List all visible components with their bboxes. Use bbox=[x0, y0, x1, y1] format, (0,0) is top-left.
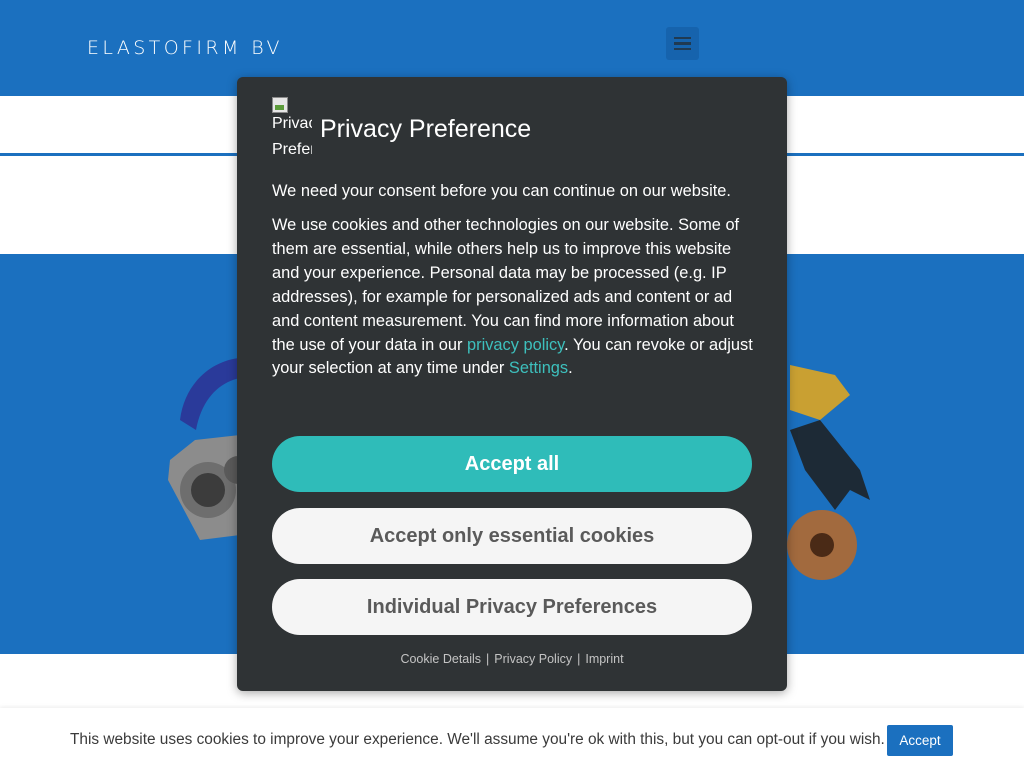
consent-intro: We need your consent before you can cont… bbox=[272, 182, 731, 200]
individual-privacy-preferences-button[interactable]: Individual Privacy Preferences bbox=[272, 579, 752, 635]
privacy-preference-dialog: Privacy Preference Privacy Preference We… bbox=[237, 77, 787, 691]
privacy-policy-link[interactable]: privacy policy bbox=[467, 336, 564, 354]
cookie-details-link[interactable]: Cookie Details bbox=[400, 652, 481, 666]
site-logo[interactable]: ELASTOFIRM BV bbox=[87, 37, 283, 59]
settings-link[interactable]: Settings bbox=[509, 359, 568, 377]
rubber-profiles-image-right bbox=[787, 365, 870, 580]
cookie-accept-button[interactable]: Accept bbox=[887, 725, 953, 756]
hamburger-menu-icon[interactable] bbox=[666, 27, 699, 60]
dialog-title: Privacy Preference bbox=[320, 115, 532, 143]
dialog-footer-links: Cookie Details | Privacy Policy | Imprint bbox=[400, 652, 624, 666]
cookie-notice-bar: This website uses cookies to improve you… bbox=[0, 708, 1024, 768]
privacy-preference-image: Privacy Preference bbox=[272, 97, 312, 161]
privacy-policy-footer-link[interactable]: Privacy Policy bbox=[494, 652, 572, 666]
accept-essential-cookies-button[interactable]: Accept only essential cookies bbox=[272, 508, 752, 564]
cookie-notice-text: This website uses cookies to improve you… bbox=[70, 731, 885, 748]
imprint-link[interactable]: Imprint bbox=[585, 652, 623, 666]
accept-all-button[interactable]: Accept all bbox=[272, 436, 752, 492]
consent-description: We use cookies and other technologies on… bbox=[272, 216, 753, 378]
